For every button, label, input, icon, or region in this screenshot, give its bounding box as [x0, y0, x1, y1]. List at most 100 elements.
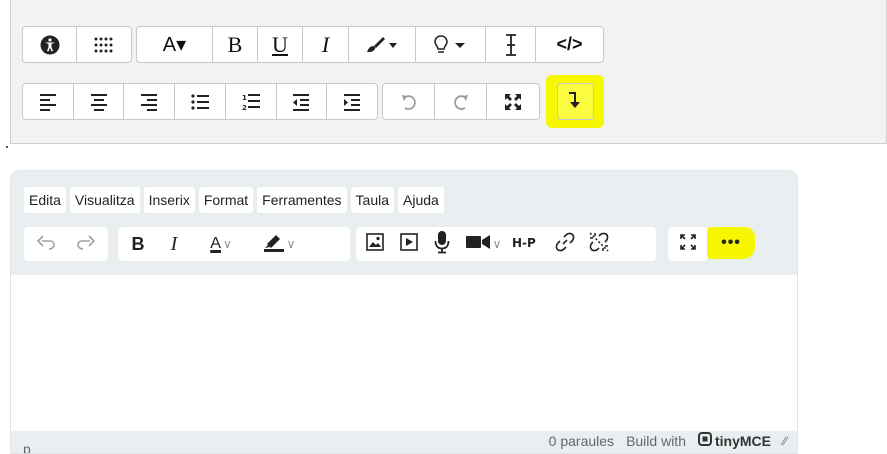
italic-button[interactable]: I — [303, 27, 349, 62]
menu-edita[interactable]: Edita — [24, 187, 66, 213]
collapse-toolbar-button[interactable] — [556, 83, 594, 120]
status-right: 0 paraules Build with tinyMCE ⁄⁄ — [549, 432, 787, 449]
tiny-highlight-color-button[interactable]: ∨ — [250, 229, 308, 259]
undo-icon — [400, 93, 418, 111]
paint-brush-button[interactable] — [349, 27, 416, 62]
collapse-toolbar-highlight — [546, 75, 604, 128]
more-icon: ••• — [721, 234, 741, 251]
tiny-record-audio-button[interactable] — [426, 229, 458, 259]
atto-group-history — [382, 83, 540, 120]
menu-inserix[interactable]: Inserix — [143, 187, 195, 213]
html-code-button[interactable]: </> — [536, 27, 603, 62]
tiny-group-view — [668, 227, 708, 261]
bold-icon: B — [227, 31, 243, 57]
menu-visualitza[interactable]: Visualitza — [69, 187, 140, 213]
paint-brush-icon — [365, 35, 399, 55]
align-right-button[interactable] — [124, 84, 176, 119]
align-right-icon — [140, 93, 158, 111]
tiny-redo-button[interactable] — [66, 229, 106, 259]
tiny-italic-button[interactable]: I — [156, 229, 192, 259]
h5p-icon: H-P — [512, 234, 544, 255]
resize-handle-icon[interactable]: ⁄⁄ — [783, 434, 787, 448]
fullscreen-icon — [680, 233, 696, 255]
underline-button[interactable]: U — [258, 27, 303, 62]
link-icon — [555, 232, 575, 257]
fullscreen-button[interactable] — [487, 84, 539, 119]
fullscreen-icon — [504, 93, 522, 111]
outdent-icon — [292, 93, 310, 111]
align-center-button[interactable] — [74, 84, 125, 119]
tinymce-brand-label: tinyMCE — [714, 432, 771, 449]
apps-grid-button[interactable] — [77, 27, 131, 62]
tiny-bold-button[interactable]: B — [120, 229, 156, 259]
align-left-icon — [39, 93, 57, 111]
redo-icon — [452, 93, 470, 111]
tiny-group-media: ∨ H-P — [356, 227, 656, 261]
tiny-record-video-button[interactable]: ∨ — [458, 229, 508, 259]
element-path[interactable]: p — [23, 441, 31, 453]
menu-ajuda[interactable]: Ajuda — [398, 187, 444, 213]
microphone-icon — [434, 230, 450, 259]
atto-group-style: A▾ B U I </> — [136, 26, 604, 63]
font-color-button[interactable]: A▾ — [137, 27, 213, 62]
text-cursor-button[interactable] — [486, 27, 536, 62]
tiny-group-history — [24, 227, 108, 261]
tiny-fullscreen-button[interactable] — [671, 229, 705, 259]
menubar: Edita Visualitza Inserix Format Ferramen… — [24, 187, 444, 213]
menu-taula[interactable]: Taula — [350, 187, 394, 213]
play-media-icon — [400, 232, 418, 256]
build-with-label: Build with — [626, 432, 686, 449]
tinymce-editor: Edita Visualitza Inserix Format Ferramen… — [10, 170, 798, 454]
indent-button[interactable] — [327, 84, 377, 119]
align-left-button[interactable] — [23, 84, 74, 119]
menu-format[interactable]: Format — [198, 187, 254, 213]
atto-group-accessibility — [22, 26, 132, 63]
tiny-media-button[interactable] — [392, 229, 426, 259]
atto-toolbar: A▾ B U I </> 1 2 — [10, 0, 887, 144]
highlighter-icon — [263, 232, 285, 257]
tinymce-header: Edita Visualitza Inserix Format Ferramen… — [11, 171, 797, 275]
bold-icon: B — [131, 233, 145, 254]
more-toolbar-button[interactable]: ••• — [707, 227, 755, 259]
italic-icon: I — [321, 31, 330, 57]
image-icon — [366, 232, 384, 256]
editor-content-area[interactable] — [11, 275, 797, 431]
unlink-icon — [589, 231, 609, 257]
numbered-list-button[interactable]: 12 — [226, 84, 277, 119]
tiny-link-button[interactable] — [548, 229, 582, 259]
apps-grid-icon — [93, 36, 115, 54]
text-cursor-icon — [504, 33, 518, 56]
status-bar: p 0 paraules Build with tinyMCE ⁄⁄ — [11, 431, 797, 453]
chevron-down-icon: ∨ — [222, 237, 232, 251]
tinymce-brand-link[interactable]: tinyMCE — [697, 432, 771, 449]
lightbulb-button[interactable] — [416, 27, 486, 62]
accessibility-button[interactable] — [23, 27, 77, 62]
indent-icon — [343, 93, 361, 111]
align-center-icon — [90, 93, 108, 111]
italic-icon: I — [170, 232, 178, 255]
code-icon: </> — [556, 34, 583, 54]
redo-button[interactable] — [435, 84, 487, 119]
atto-group-paragraph: 12 — [22, 83, 378, 120]
tiny-unlink-button[interactable] — [582, 229, 616, 259]
accessibility-icon — [40, 35, 60, 55]
bold-button[interactable]: B — [213, 27, 258, 62]
word-count[interactable]: 0 paraules — [549, 433, 614, 449]
numbered-list-icon: 12 — [242, 93, 260, 111]
menu-ferramentes[interactable]: Ferramentes — [257, 187, 347, 213]
outdent-button[interactable] — [277, 84, 328, 119]
undo-button[interactable] — [383, 84, 435, 119]
tiny-text-color-button[interactable]: A ∨ — [192, 229, 250, 259]
tiny-undo-button[interactable] — [26, 229, 66, 259]
svg-text:1: 1 — [242, 94, 247, 102]
video-camera-icon — [465, 234, 491, 255]
collapse-toolbar-arrow-icon — [568, 89, 582, 114]
tiny-h5p-button[interactable]: H-P — [508, 229, 548, 259]
redo-icon — [77, 234, 96, 255]
tiny-image-button[interactable] — [358, 229, 392, 259]
font-color-icon: A▾ — [162, 34, 187, 56]
svg-text:2: 2 — [242, 104, 247, 111]
bullet-list-button[interactable] — [175, 84, 226, 119]
stray-dot — [6, 146, 8, 148]
tinymce-logo-icon — [697, 432, 712, 449]
